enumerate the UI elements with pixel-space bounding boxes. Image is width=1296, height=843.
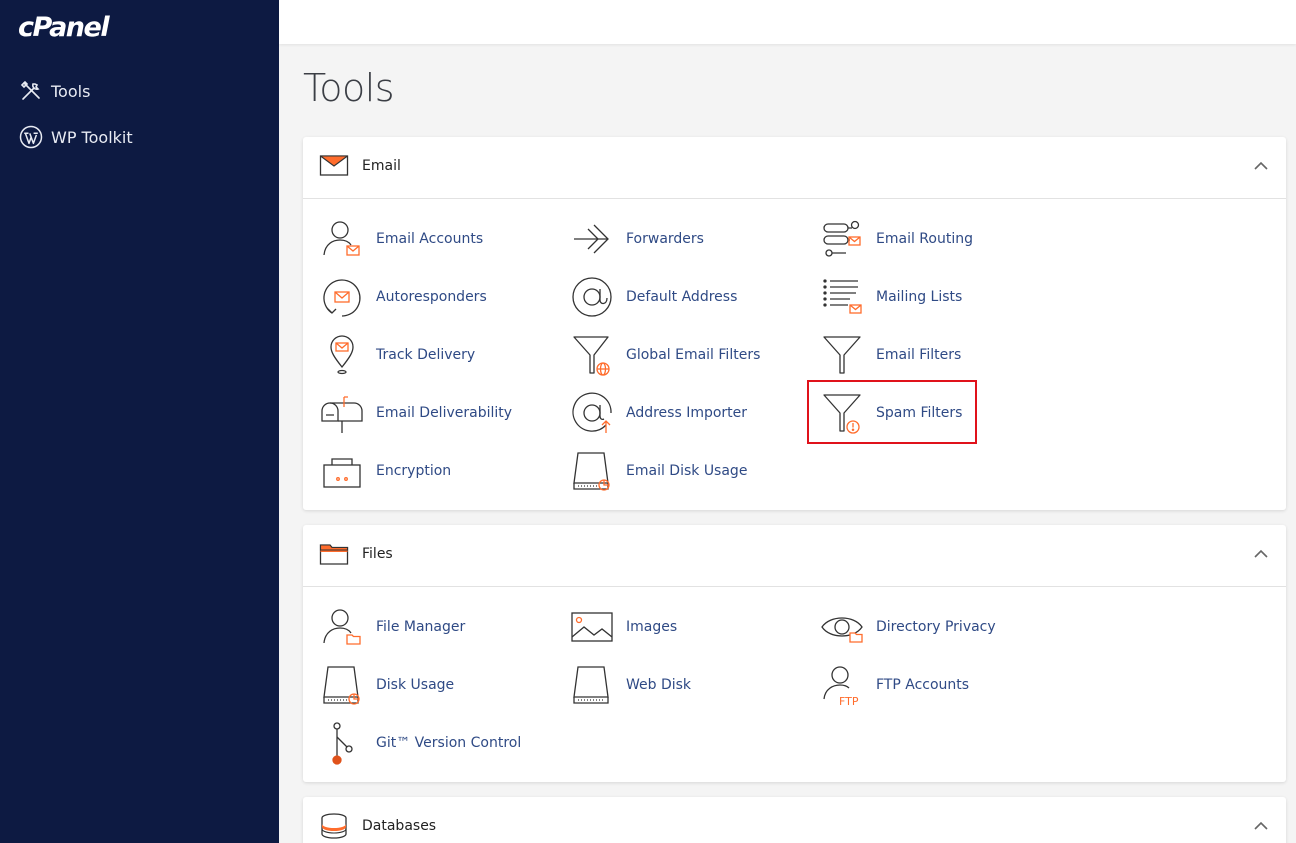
files-section: Files File Manager Images Directory Priv…	[303, 525, 1286, 782]
track-delivery-link[interactable]: Track Delivery	[320, 331, 475, 379]
wordpress-icon	[18, 124, 44, 150]
address-importer-link[interactable]: Address Importer	[570, 389, 747, 437]
address-import-icon	[570, 391, 614, 435]
database-icon	[319, 813, 349, 839]
email-section: Email Email Accounts Forwarders Email Ro…	[303, 137, 1286, 510]
eye-icon	[820, 605, 864, 649]
web-disk-link[interactable]: Web Disk	[570, 661, 691, 709]
git-version-control-link[interactable]: Git™ Version Control	[320, 719, 521, 767]
global-email-filters-link[interactable]: Global Email Filters	[570, 331, 760, 379]
chevron-up-icon[interactable]	[1252, 819, 1270, 833]
files-section-header[interactable]: Files	[303, 525, 1286, 587]
forwarders-link[interactable]: Forwarders	[570, 215, 704, 263]
sidebar-item-tools[interactable]: Tools	[18, 76, 90, 106]
section-title: Email	[362, 158, 401, 174]
web-disk-icon	[570, 663, 614, 707]
encryption-key-icon	[320, 449, 364, 493]
page-title: Tools	[303, 66, 395, 110]
email-routing-link[interactable]: Email Routing	[820, 215, 973, 263]
email-accounts-link[interactable]: Email Accounts	[320, 215, 483, 263]
disk-usage-link[interactable]: Disk Usage	[320, 661, 454, 709]
ftp-accounts-link[interactable]: FTP FTP Accounts	[820, 661, 969, 709]
encryption-link[interactable]: Encryption	[320, 447, 451, 495]
folder-icon	[319, 541, 349, 567]
top-bar	[279, 0, 1296, 44]
globe-filter-icon	[570, 333, 614, 377]
email-disk-usage-link[interactable]: Email Disk Usage	[570, 447, 747, 495]
email-accounts-icon	[320, 217, 364, 261]
sidebar-item-label: WP Toolkit	[51, 127, 133, 147]
chevron-up-icon[interactable]	[1252, 159, 1270, 173]
autoresponders-link[interactable]: Autoresponders	[320, 273, 487, 321]
directory-privacy-link[interactable]: Directory Privacy	[820, 603, 996, 651]
databases-section-header[interactable]: Databases	[303, 797, 1286, 843]
location-pin-icon	[320, 333, 364, 377]
default-address-link[interactable]: Default Address	[570, 273, 737, 321]
databases-section: Databases	[303, 797, 1286, 843]
at-sign-icon	[570, 275, 614, 319]
mailbox-icon	[320, 391, 364, 435]
sidebar-item-label: Tools	[51, 81, 91, 101]
image-icon	[570, 605, 614, 649]
mailing-lists-link[interactable]: Mailing Lists	[820, 273, 962, 321]
svg-text:FTP: FTP	[839, 695, 859, 707]
mailing-list-icon	[820, 275, 864, 319]
chevron-up-icon[interactable]	[1252, 547, 1270, 561]
email-deliverability-link[interactable]: Email Deliverability	[320, 389, 512, 437]
envelope-icon	[319, 153, 349, 179]
file-manager-link[interactable]: File Manager	[320, 603, 465, 651]
sidebar: cPanel Tools WP Toolkit	[0, 0, 279, 843]
tools-icon	[18, 78, 44, 104]
cpanel-logo[interactable]: cPanel	[18, 12, 110, 43]
disk-usage-icon	[570, 449, 614, 493]
routing-icon	[820, 217, 864, 261]
section-title: Files	[362, 546, 393, 562]
sidebar-item-wp-toolkit[interactable]: WP Toolkit	[18, 122, 133, 152]
forward-arrow-icon	[570, 217, 614, 261]
section-title: Databases	[362, 818, 437, 834]
email-filters-link[interactable]: Email Filters	[820, 331, 961, 379]
ftp-user-icon: FTP	[820, 663, 864, 708]
spam-filters-link[interactable]: Spam Filters	[820, 389, 962, 437]
spam-filter-icon	[820, 391, 864, 435]
file-manager-icon	[320, 605, 364, 649]
disk-usage-icon	[320, 663, 364, 707]
git-branch-icon	[320, 721, 364, 765]
images-link[interactable]: Images	[570, 603, 677, 651]
autoresponder-icon	[320, 275, 364, 319]
filter-icon	[820, 333, 864, 377]
email-section-header[interactable]: Email	[303, 137, 1286, 199]
